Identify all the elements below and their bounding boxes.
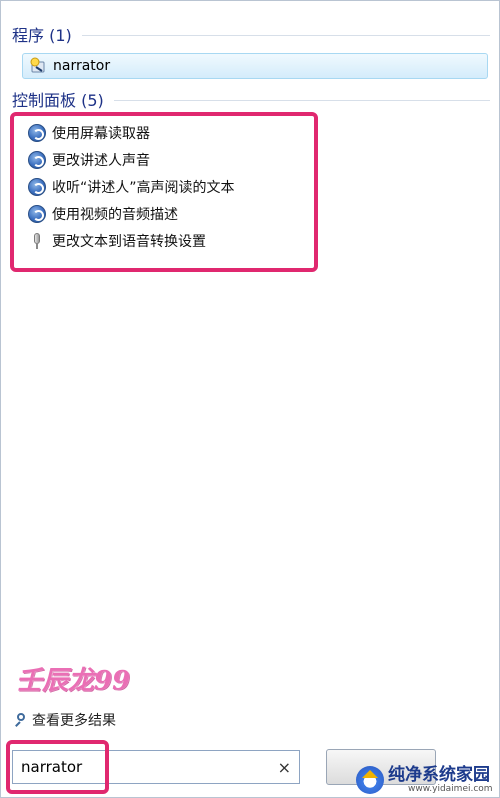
- control-panel-item-use-screen-reader[interactable]: 使用屏幕读取器: [28, 119, 308, 146]
- see-more-results-link[interactable]: 查看更多结果: [12, 709, 116, 731]
- control-panel-item-text-to-speech-settings[interactable]: 更改文本到语音转换设置: [28, 227, 308, 254]
- program-item-narrator[interactable]: narrator: [22, 53, 488, 79]
- control-panel-item-label: 使用屏幕读取器: [52, 125, 150, 142]
- program-item-label: narrator: [53, 58, 111, 74]
- see-more-results-label: 查看更多结果: [32, 713, 116, 729]
- site-watermark-url: www.yidaimei.com: [408, 783, 493, 794]
- control-panel-item-label: 更改讲述人声音: [52, 152, 150, 169]
- clear-search-icon[interactable]: ×: [278, 758, 291, 777]
- narrator-app-icon: [29, 57, 47, 75]
- site-watermark-name: 纯净系统家园: [388, 764, 490, 785]
- ease-of-access-icon: [28, 204, 46, 223]
- section-divider: [81, 35, 490, 36]
- watermark-signature: 壬辰龙99: [16, 666, 131, 696]
- control-panel-section-header: 控制面板 (5): [12, 87, 490, 111]
- annotation-search-highlight: [6, 740, 109, 794]
- control-panel-item-hear-text-read-aloud[interactable]: 收听“讲述人”高声阅读的文本: [28, 173, 308, 200]
- control-panel-item-label: 收听“讲述人”高声阅读的文本: [52, 179, 235, 196]
- search-icon: [12, 712, 28, 728]
- control-panel-item-audio-description[interactable]: 使用视频的音频描述: [28, 200, 308, 227]
- ease-of-access-icon: [28, 150, 46, 169]
- programs-section-title: 程序 (1): [12, 26, 72, 45]
- section-divider: [113, 100, 490, 101]
- control-panel-item-label: 更改文本到语音转换设置: [52, 233, 206, 250]
- control-panel-section-title: 控制面板 (5): [12, 91, 104, 110]
- ease-of-access-icon: [28, 123, 46, 142]
- control-panel-item-label: 使用视频的音频描述: [52, 206, 178, 223]
- house-logo-icon: [356, 766, 384, 794]
- programs-section-header: 程序 (1): [12, 22, 490, 46]
- ease-of-access-icon: [28, 177, 46, 196]
- microphone-icon: [28, 232, 46, 250]
- control-panel-list: 使用屏幕读取器 更改讲述人声音 收听“讲述人”高声阅读的文本 使用视频的音频描述…: [28, 119, 308, 254]
- control-panel-item-change-narrator-voice[interactable]: 更改讲述人声音: [28, 146, 308, 173]
- site-watermark-badge: 纯净系统家园 www.yidaimei.com: [356, 764, 498, 796]
